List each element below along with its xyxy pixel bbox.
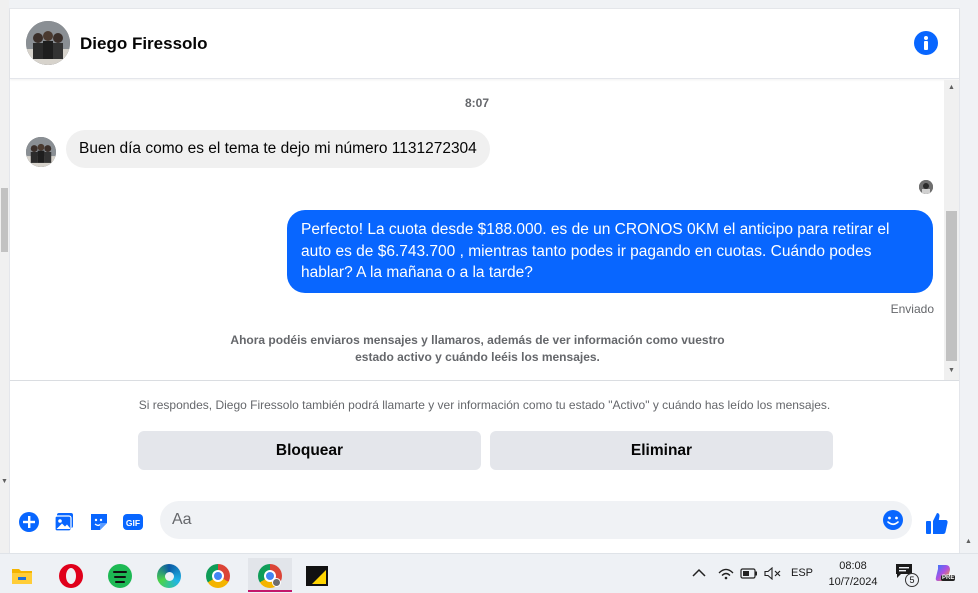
copilot-icon[interactable]: PRE: [934, 563, 956, 585]
chat-window: Diego Firessolo 8:07 Buen día como es el…: [9, 8, 960, 553]
chrome-icon[interactable]: [199, 558, 237, 592]
request-notice: Si respondes, Diego Firessolo también po…: [138, 398, 831, 412]
contact-avatar[interactable]: [26, 21, 70, 65]
edge-icon[interactable]: [150, 558, 188, 592]
plus-circle-icon[interactable]: [18, 511, 40, 533]
notification-count: 5: [905, 573, 919, 587]
notification-icon[interactable]: 5: [895, 563, 919, 587]
chrome-profile-active-icon[interactable]: [248, 558, 292, 592]
seen-indicator-avatar: [919, 180, 933, 194]
scroll-down-icon[interactable]: ▼: [948, 367, 955, 374]
block-button[interactable]: Bloquear: [138, 431, 481, 470]
scroll-up-icon[interactable]: ▲: [948, 84, 955, 91]
message-scrollbar[interactable]: ▲ ▼: [944, 80, 959, 380]
page-scrollbar[interactable]: ▼: [0, 0, 9, 553]
chat-header: Diego Firessolo: [10, 9, 959, 79]
message-input[interactable]: [172, 501, 872, 539]
outgoing-message[interactable]: Perfecto! La cuota desde $188.000. es de…: [287, 210, 933, 293]
windows-taskbar: ESP 08:08 10/7/2024 5 PRE: [0, 553, 978, 593]
language-indicator[interactable]: ESP: [791, 567, 813, 579]
clock-time: 08:08: [839, 560, 867, 572]
message-request-panel: Si respondes, Diego Firessolo también po…: [10, 380, 959, 485]
sticky-app-icon[interactable]: [298, 558, 336, 592]
page-scrollbar-thumb[interactable]: [1, 188, 8, 252]
sent-status: Enviado: [890, 302, 934, 316]
thumbs-up-icon[interactable]: [924, 510, 950, 536]
sticker-icon[interactable]: [88, 511, 110, 533]
contact-name[interactable]: Diego Firessolo: [80, 34, 208, 54]
right-edge-area: ▲: [960, 0, 978, 553]
copilot-preview-badge: PRE: [941, 575, 956, 581]
file-explorer-icon[interactable]: [3, 558, 41, 592]
clock-date: 10/7/2024: [828, 576, 878, 588]
message-scrollbar-thumb[interactable]: [946, 211, 957, 361]
message-list: 8:07 Buen día como es el tema te dejo mi…: [10, 80, 959, 380]
page-scroll-down-icon[interactable]: ▼: [1, 478, 8, 485]
sender-avatar[interactable]: [26, 137, 56, 167]
svg-text:GIF: GIF: [126, 518, 140, 528]
incoming-message[interactable]: Buen día como es el tema te dejo mi núme…: [66, 130, 490, 168]
system-note: Ahora podéis enviaros mensajes y llamaro…: [230, 333, 725, 364]
message-input-box[interactable]: [160, 501, 912, 539]
spotify-icon[interactable]: [101, 558, 139, 592]
message-timestamp: 8:07: [464, 96, 490, 110]
message-composer: GIF: [10, 493, 959, 549]
image-icon[interactable]: [53, 511, 75, 533]
gif-icon[interactable]: GIF: [122, 511, 144, 533]
right-scroll-up-icon[interactable]: ▲: [965, 538, 972, 545]
opera-icon[interactable]: [52, 558, 90, 592]
emoji-icon[interactable]: [882, 509, 904, 531]
info-icon[interactable]: [914, 31, 938, 55]
system-clock[interactable]: 08:08 10/7/2024: [820, 558, 886, 590]
delete-button[interactable]: Eliminar: [490, 431, 833, 470]
